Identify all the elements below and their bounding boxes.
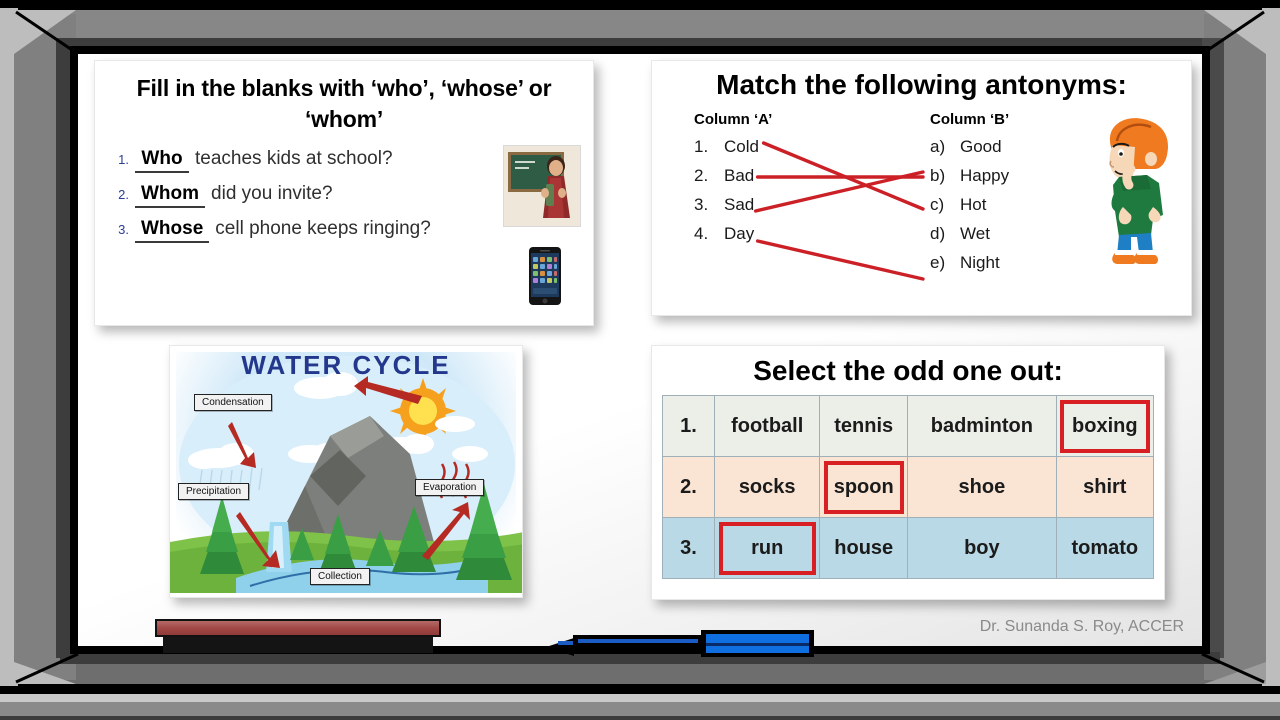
fill-num-1: 1.	[118, 151, 129, 167]
fill-answer-1[interactable]: Who	[135, 148, 189, 173]
whiteboard-surface: Fill in the blanks with ‘who’, ‘whose’ o…	[78, 54, 1202, 646]
column-b: Column ‘B’ a) Good b) Happy c) Hot d) We…	[930, 111, 1080, 273]
column-b-key-c: c)	[930, 195, 945, 214]
column-b-item-c[interactable]: c) Hot	[930, 195, 1080, 215]
water-cycle-title-text: WATER CYCLE	[241, 350, 451, 380]
odd-one-out-title: Select the odd one out:	[753, 355, 1063, 386]
fill-text-3: cell phone keeps ringing?	[215, 217, 431, 239]
column-b-key-d: d)	[930, 224, 946, 243]
label-collection: Collection	[310, 568, 370, 585]
match-title: Match the following antonyms:	[716, 69, 1127, 100]
column-a-item-3[interactable]: 3. Sad	[694, 195, 834, 215]
column-b-word-d: Wet	[960, 224, 990, 243]
water-cycle-title: WATER CYCLE	[170, 350, 522, 381]
eraser-top-face	[155, 619, 441, 637]
whiteboard-scene: Fill in the blanks with ‘who’, ‘whose’ o…	[0, 0, 1280, 720]
column-a-key-4: 4.	[694, 224, 709, 243]
cell-3-3[interactable]: boy	[907, 517, 1057, 579]
column-b-header: Column ‘B’	[930, 111, 1010, 128]
water-cycle-diagram: WATER CYCLE Condensation Precipitation E…	[170, 346, 522, 597]
marker-cap-stripe	[706, 643, 809, 646]
table-row: 3. run house boy tomato	[662, 517, 1155, 579]
cell-2-1[interactable]: socks	[713, 456, 821, 518]
water-cycle-scene	[170, 356, 522, 593]
column-b-item-d[interactable]: d) Wet	[930, 224, 1080, 244]
column-a-word-1: Cold	[724, 137, 759, 156]
cell-1-4-selected[interactable]: boxing	[1055, 395, 1155, 457]
column-b-key-e: e)	[930, 253, 946, 272]
column-a-item-1[interactable]: 1. Cold	[694, 137, 834, 157]
column-b-word-a: Good	[960, 137, 1002, 156]
author-credit: Dr. Sunanda S. Roy, ACCER	[979, 618, 1184, 635]
table-row: 1. football tennis badminton boxing	[662, 395, 1155, 457]
eraser-felt-base	[163, 637, 433, 653]
column-a-key-1: 1.	[694, 137, 709, 156]
panel-water-cycle: WATER CYCLE Condensation Precipitation E…	[169, 345, 523, 598]
column-a: Column ‘A’ 1. Cold 2. Bad 3. Sad 4. Day	[694, 111, 834, 244]
fill-title-line1: Fill in the blanks with ‘who’, ‘whose’ o…	[136, 75, 552, 101]
fill-title-line2: ‘whom’	[304, 106, 384, 133]
column-b-word-c: Hot	[960, 195, 987, 214]
whiteboard-eraser[interactable]	[155, 619, 441, 653]
connector-day-night	[755, 239, 925, 281]
panel-match-antonyms: Match the following antonyms: Column ‘A’…	[651, 60, 1192, 316]
column-b-key-a: a)	[930, 137, 946, 156]
under-frame-strip-mid	[0, 702, 1280, 716]
marker-body	[573, 635, 703, 652]
label-precipitation: Precipitation	[178, 483, 250, 500]
fill-text-2: did you invite?	[211, 182, 333, 204]
label-evaporation: Evaporation	[415, 479, 485, 496]
fill-num-2: 2.	[118, 186, 129, 202]
cell-2-2-selected[interactable]: spoon	[819, 456, 909, 518]
cell-1-1[interactable]: football	[713, 395, 821, 457]
column-a-key-3: 3.	[694, 195, 709, 214]
match-body: Column ‘A’ 1. Cold 2. Bad 3. Sad 4. Day …	[652, 105, 1191, 305]
row-index-1: 1.	[662, 395, 715, 457]
fill-answer-2[interactable]: Whom	[135, 183, 206, 208]
thinking-boy-illustration	[1089, 111, 1183, 269]
column-a-word-4: Day	[724, 224, 755, 243]
fill-num-3: 3.	[118, 221, 129, 237]
cell-3-4[interactable]: tomato	[1055, 517, 1155, 579]
cell-1-2[interactable]: tennis	[819, 395, 909, 457]
cell-3-1-selected[interactable]: run	[713, 517, 821, 579]
column-b-item-e[interactable]: e) Night	[930, 253, 1080, 273]
column-a-key-2: 2.	[694, 166, 709, 185]
column-b-item-a[interactable]: a) Good	[930, 137, 1080, 157]
fill-text-1: teaches kids at school?	[195, 147, 393, 169]
cell-3-2[interactable]: house	[819, 517, 909, 579]
column-a-item-4[interactable]: 4. Day	[694, 224, 834, 244]
cell-2-4[interactable]: shirt	[1055, 456, 1155, 518]
label-condensation: Condensation	[194, 394, 272, 411]
row-index-3: 3.	[662, 517, 715, 579]
column-a-word-3: Sad	[724, 195, 755, 214]
odd-one-out-table: 1. football tennis badminton boxing 2. s…	[662, 395, 1155, 579]
under-frame-strip-dark	[0, 716, 1280, 720]
smartphone-illustration	[527, 247, 563, 307]
column-b-word-b: Happy	[960, 166, 1010, 185]
cell-1-3[interactable]: badminton	[907, 395, 1057, 457]
column-a-item-2[interactable]: 2. Bad	[694, 166, 834, 186]
marker-tip-highlight	[558, 641, 574, 645]
row-index-2: 2.	[662, 456, 715, 518]
cell-2-3[interactable]: shoe	[907, 456, 1057, 518]
under-frame-strip-light	[0, 694, 1280, 702]
table-row: 2. socks spoon shoe shirt	[662, 456, 1155, 518]
column-b-key-b: b)	[930, 166, 946, 185]
teacher-illustration	[503, 145, 581, 227]
fill-answer-3[interactable]: Whose	[135, 218, 210, 243]
whiteboard-marker[interactable]	[546, 630, 814, 657]
column-a-header: Column ‘A’	[694, 111, 773, 128]
column-b-item-b[interactable]: b) Happy	[930, 166, 1080, 186]
panel-odd-one-out: Select the odd one out: 1. football tenn…	[651, 345, 1165, 600]
panel-fill-in-the-blanks: Fill in the blanks with ‘who’, ‘whose’ o…	[94, 60, 594, 326]
column-b-word-e: Night	[960, 253, 1000, 272]
fill-title: Fill in the blanks with ‘who’, ‘whose’ o…	[95, 61, 593, 136]
column-a-word-2: Bad	[724, 166, 755, 185]
marker-body-stripe	[578, 639, 698, 643]
whiteboard-frame: Fill in the blanks with ‘who’, ‘whose’ o…	[0, 0, 1280, 694]
